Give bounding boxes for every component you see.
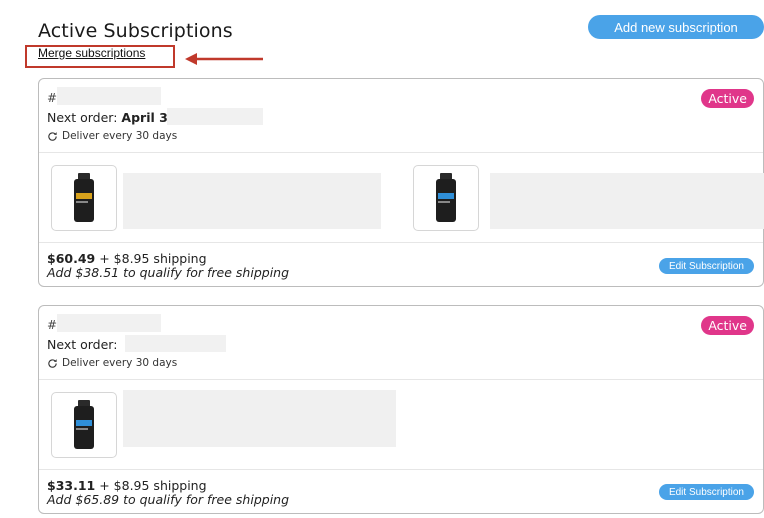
subscription-card: # Active Next order: Deliver every 30 da… — [38, 305, 764, 514]
product-thumbnail[interactable] — [51, 392, 117, 458]
page-title: Active Subscriptions — [38, 20, 233, 42]
refresh-icon — [48, 131, 57, 141]
free-shipping-note: Add $38.51 to qualify for free shipping — [47, 265, 290, 280]
arrow-left-icon — [185, 53, 263, 65]
subscription-id: # — [47, 91, 58, 105]
shipping-cost: + $8.95 shipping — [95, 251, 207, 266]
deliver-frequency: Deliver every 30 days — [47, 357, 177, 369]
redacted-area — [57, 314, 161, 332]
divider — [39, 379, 763, 380]
price-value: $60.49 — [47, 251, 96, 266]
product-info-redacted — [123, 173, 381, 229]
bottle-icon — [436, 173, 456, 222]
deliver-text: Deliver every 30 days — [62, 357, 178, 369]
subscription-id: # — [47, 318, 58, 332]
deliver-text: Deliver every 30 days — [62, 130, 178, 142]
price-line: $33.11 + $8.95 shipping — [47, 478, 207, 493]
redacted-area — [57, 87, 161, 105]
divider — [39, 469, 763, 470]
free-shipping-note: Add $65.89 to qualify for free shipping — [47, 492, 290, 507]
status-badge: Active — [701, 316, 754, 335]
add-subscription-button[interactable]: Add new subscription — [588, 15, 764, 39]
divider — [39, 242, 763, 243]
next-order-date: April 3 — [121, 110, 168, 125]
redacted-area — [125, 335, 226, 352]
bottle-icon — [74, 173, 94, 222]
price-line: $60.49 + $8.95 shipping — [47, 251, 207, 266]
next-order: Next order: — [47, 337, 117, 352]
edit-subscription-button[interactable]: Edit Subscription — [658, 258, 754, 274]
status-badge: Active — [701, 89, 754, 108]
divider — [39, 152, 763, 153]
product-info-redacted — [123, 390, 396, 447]
shipping-cost: + $8.95 shipping — [95, 478, 207, 493]
redacted-area — [167, 108, 263, 125]
price-value: $33.11 — [47, 478, 96, 493]
edit-subscription-button[interactable]: Edit Subscription — [658, 484, 754, 500]
refresh-icon — [48, 358, 57, 368]
deliver-frequency: Deliver every 30 days — [47, 130, 177, 142]
product-info-redacted — [490, 173, 764, 229]
product-thumbnail[interactable] — [51, 165, 117, 231]
bottle-icon — [74, 400, 94, 449]
next-order-label: Next order: — [47, 110, 118, 125]
product-thumbnail[interactable] — [413, 165, 479, 231]
subscription-card: # Active Next order: April 3 Deliver eve… — [38, 78, 764, 287]
merge-subscriptions-link[interactable]: Merge subscriptions — [38, 46, 145, 60]
next-order-label: Next order: — [47, 337, 118, 352]
next-order: Next order: April 3 — [47, 110, 168, 125]
